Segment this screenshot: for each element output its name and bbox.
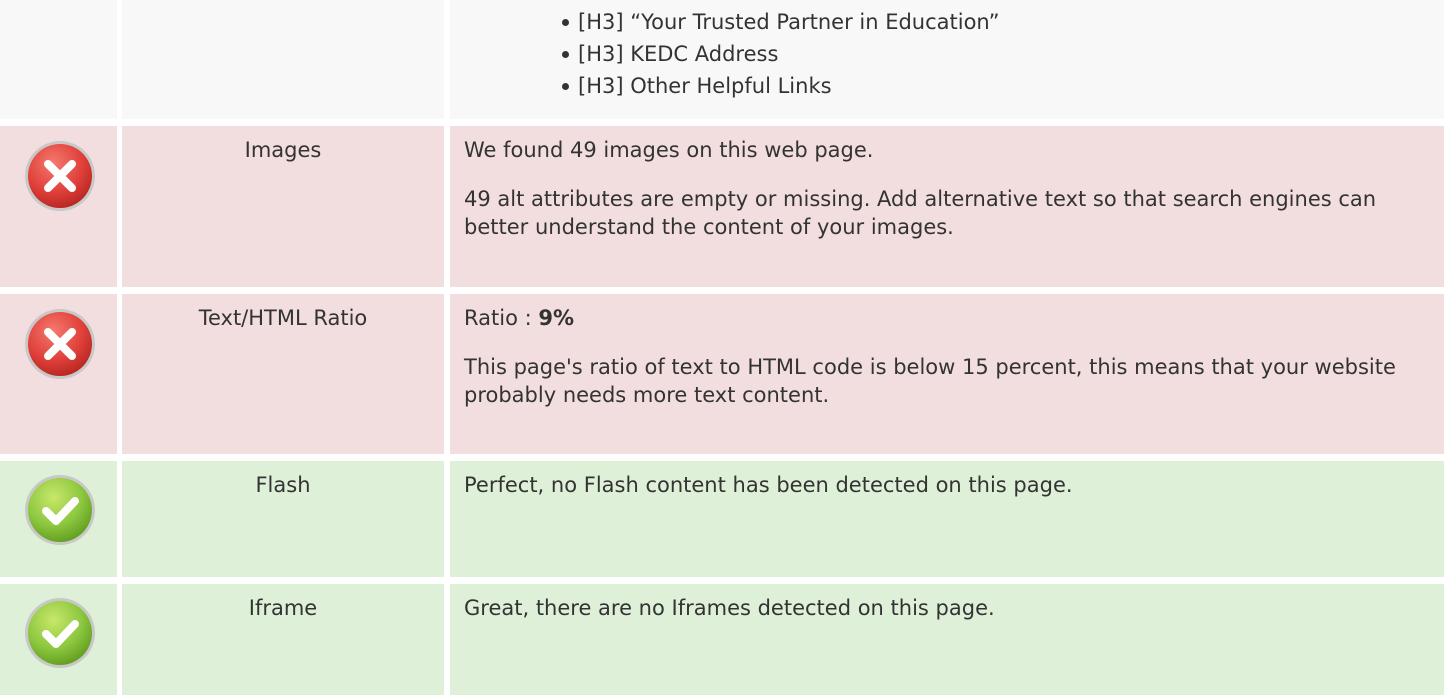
ratio-row: Text/HTML Ratio Ratio : 9% This page's r… — [0, 294, 1444, 454]
heading-list: [H3] “Your Trusted Partner in Education”… — [450, 0, 1444, 102]
images-icon-cell — [0, 126, 117, 287]
flash-label: Flash — [255, 473, 311, 497]
ratio-icon-cell — [0, 294, 117, 454]
images-count-text: We found 49 images on this web page. — [464, 138, 874, 162]
error-x-icon — [25, 141, 95, 211]
heading-list-item: [H3] KEDC Address — [560, 38, 1444, 70]
heading-list-item: [H3] “Your Trusted Partner in Education” — [560, 6, 1444, 38]
headings-label-cell — [122, 0, 444, 119]
flash-row: Flash Perfect, no Flash content has been… — [0, 461, 1444, 577]
error-x-icon — [25, 309, 95, 379]
check-icon — [25, 598, 95, 668]
iframe-label-cell: Iframe — [122, 584, 444, 695]
heading-list-item: [H3] Other Helpful Links — [560, 70, 1444, 102]
images-label-cell: Images — [122, 126, 444, 287]
images-content-cell: We found 49 images on this web page. 49 … — [450, 126, 1444, 287]
ratio-content-cell: Ratio : 9% This page's ratio of text to … — [450, 294, 1444, 454]
ratio-value: 9% — [538, 306, 574, 330]
images-row: Images We found 49 images on this web pa… — [0, 126, 1444, 287]
flash-icon-cell — [0, 461, 117, 577]
ratio-label: Text/HTML Ratio — [198, 306, 368, 330]
iframe-row: Iframe Great, there are no Iframes detec… — [0, 584, 1444, 695]
ratio-description: This page's ratio of text to HTML code i… — [464, 355, 1396, 407]
ratio-value-line: Ratio : 9% — [464, 304, 1430, 332]
check-icon — [25, 475, 95, 545]
flash-label-cell: Flash — [122, 461, 444, 577]
headings-icon-cell — [0, 0, 117, 119]
ratio-prefix: Ratio : — [464, 306, 539, 330]
ratio-label-cell: Text/HTML Ratio — [122, 294, 444, 454]
iframe-icon-cell — [0, 584, 117, 695]
images-alt-text: 49 alt attributes are empty or missing. … — [464, 187, 1377, 239]
flash-content-cell: Perfect, no Flash content has been detec… — [450, 461, 1444, 577]
headings-content-cell: [H3] “Your Trusted Partner in Education”… — [450, 0, 1444, 119]
flash-description: Perfect, no Flash content has been detec… — [464, 473, 1073, 497]
images-label: Images — [244, 138, 322, 162]
iframe-description: Great, there are no Iframes detected on … — [464, 596, 995, 620]
iframe-content-cell: Great, there are no Iframes detected on … — [450, 584, 1444, 695]
seo-report-table: [H3] “Your Trusted Partner in Education”… — [0, 0, 1444, 695]
headings-row: [H3] “Your Trusted Partner in Education”… — [0, 0, 1444, 119]
iframe-label: Iframe — [248, 596, 318, 620]
